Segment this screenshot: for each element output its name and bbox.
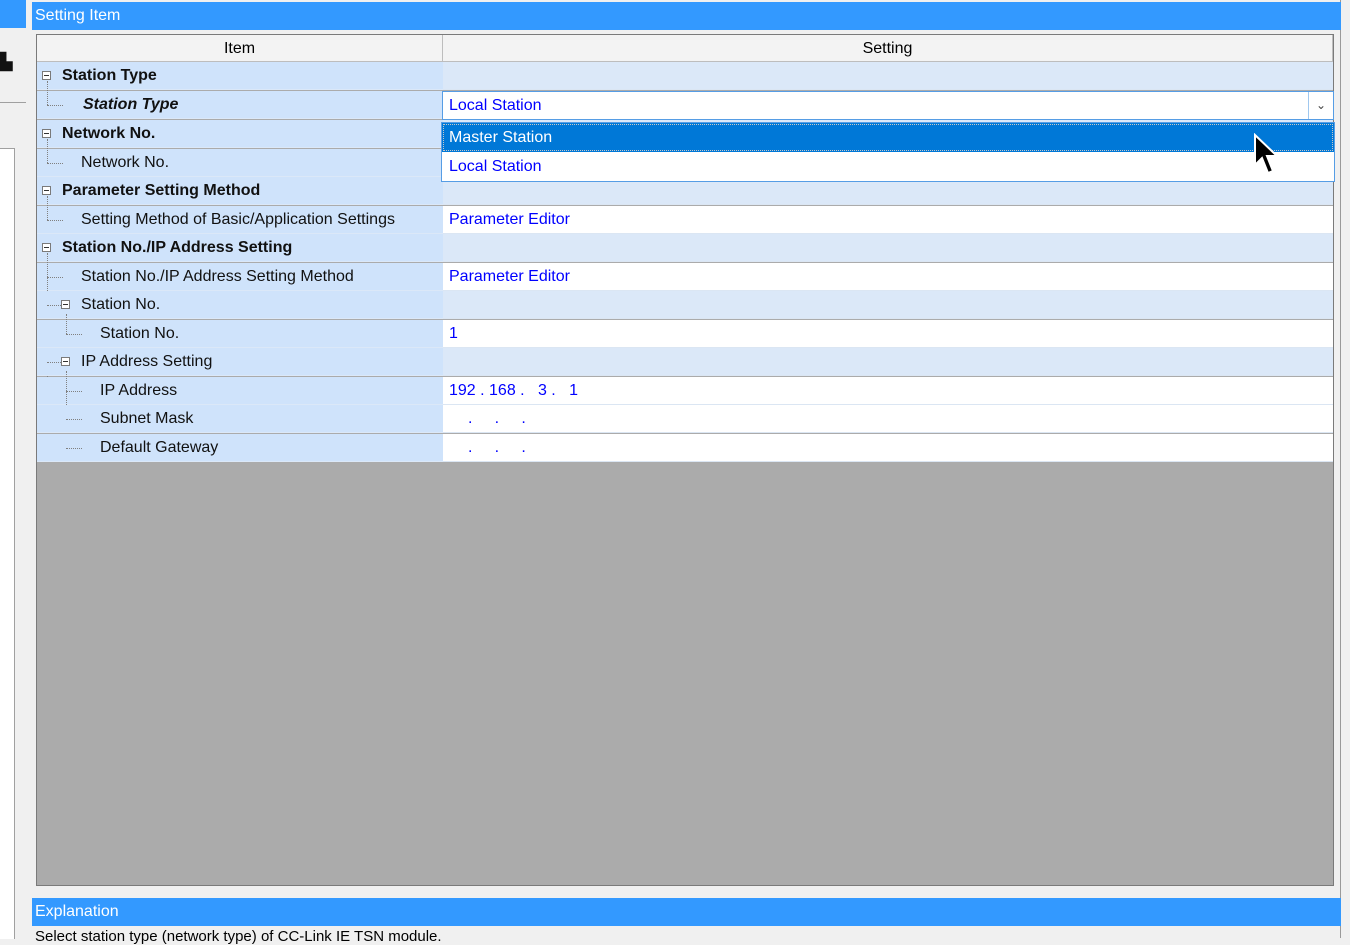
item-cell: Station No. xyxy=(37,291,443,319)
row-station-no-group[interactable]: Station No. xyxy=(37,291,1333,319)
tree-line xyxy=(66,419,82,420)
collapse-toggle-icon[interactable] xyxy=(61,300,70,309)
toolbar-tool-icon[interactable]: ▙ xyxy=(0,52,14,74)
station-type-dropdown-list: Master Station Local Station xyxy=(441,122,1335,182)
column-header-item[interactable]: Item xyxy=(37,35,443,62)
option-master-station[interactable]: Master Station xyxy=(442,123,1334,152)
row-station-type-group[interactable]: Station Type xyxy=(37,62,1333,90)
row-label: Subnet Mask xyxy=(100,410,194,427)
station-type-combobox[interactable]: Local Station ⌄ xyxy=(442,91,1334,120)
tree-line xyxy=(47,139,48,163)
item-cell: Station Type xyxy=(37,62,443,90)
row-label: Station No. xyxy=(100,325,180,342)
row-default-gateway[interactable]: Default Gateway . . . xyxy=(37,434,1333,462)
item-cell: Setting Method of Basic/Application Sett… xyxy=(37,196,443,234)
row-label: IP Address Setting xyxy=(81,353,213,370)
tree-line xyxy=(47,362,61,363)
tree-line xyxy=(47,305,61,306)
tree-line xyxy=(66,314,67,334)
mouse-pointer-icon xyxy=(1254,133,1280,175)
left-pane-divider xyxy=(0,102,26,103)
setting-cell[interactable]: Parameter Editor xyxy=(443,263,1333,291)
row-label: IP Address xyxy=(100,382,178,399)
setting-cell[interactable]: 1 xyxy=(443,320,1333,348)
item-cell: Station No./IP Address Setting Method xyxy=(37,253,443,453)
row-label: Station Type xyxy=(62,67,157,84)
left-pane-header xyxy=(0,0,26,28)
explanation-text: Select station type (network type) of CC… xyxy=(35,928,442,945)
tree-line xyxy=(47,277,63,278)
row-label: Station No./IP Address Setting Method xyxy=(81,268,354,285)
row-setting-method[interactable]: Setting Method of Basic/Application Sett… xyxy=(37,196,1333,234)
tree-line xyxy=(47,163,63,164)
collapse-toggle-icon[interactable] xyxy=(61,357,70,366)
collapse-toggle-icon[interactable] xyxy=(42,129,51,138)
row-ip-address[interactable]: IP Address 192 . 168 . 3 . 1 xyxy=(37,371,1333,449)
row-label: Network No. xyxy=(62,125,156,142)
subnet-mask-field[interactable]: . . . xyxy=(443,405,1333,433)
row-station-no[interactable]: Station No. 1 xyxy=(37,314,1333,348)
item-cell: IP Address Setting xyxy=(37,348,443,376)
item-cell: Parameter Setting Method xyxy=(37,177,443,205)
tree-line xyxy=(66,448,82,449)
tree-line xyxy=(47,220,63,221)
option-local-station[interactable]: Local Station xyxy=(442,152,1334,181)
row-label: Default Gateway xyxy=(100,439,219,456)
collapse-toggle-icon[interactable] xyxy=(42,243,51,252)
row-label: Station Type xyxy=(83,96,179,113)
setting-cell xyxy=(443,234,1333,262)
row-station-ip-method[interactable]: Station No./IP Address Setting Method Pa… xyxy=(37,253,1333,453)
tree-line xyxy=(47,105,63,106)
combobox-value: Local Station xyxy=(449,97,542,114)
left-pane-list xyxy=(0,148,15,939)
item-cell: Station No. xyxy=(37,314,443,348)
item-cell: Default Gateway xyxy=(37,434,443,462)
explanation-header: Explanation xyxy=(32,898,1341,926)
window-right-edge xyxy=(1340,0,1350,938)
row-label: Network No. xyxy=(81,154,170,171)
setting-cell[interactable]: Parameter Editor xyxy=(443,206,1333,234)
item-cell: Network No. xyxy=(37,139,443,177)
item-cell: Station Type xyxy=(37,81,443,119)
row-label: Parameter Setting Method xyxy=(62,182,261,199)
item-cell: Network No. xyxy=(37,120,443,148)
default-gateway-field[interactable]: . . . xyxy=(443,434,1333,462)
tree-line xyxy=(47,196,48,220)
row-label: Setting Method of Basic/Application Sett… xyxy=(81,211,395,228)
tree-line xyxy=(66,334,82,335)
collapse-toggle-icon[interactable] xyxy=(42,71,51,80)
setting-cell xyxy=(443,348,1333,376)
item-cell: Station No./IP Address Setting xyxy=(37,234,443,262)
collapse-toggle-icon[interactable] xyxy=(42,186,51,195)
row-ip-address-setting-group[interactable]: IP Address Setting xyxy=(37,348,1333,376)
column-header-setting[interactable]: Setting xyxy=(443,35,1333,62)
item-cell: Subnet Mask xyxy=(37,405,443,433)
setting-item-header: Setting Item xyxy=(32,2,1341,30)
setting-cell xyxy=(443,291,1333,319)
row-subnet-mask[interactable]: Subnet Mask . . . xyxy=(37,405,1333,433)
setting-cell xyxy=(443,62,1333,90)
row-station-ip-group[interactable]: Station No./IP Address Setting xyxy=(37,234,1333,262)
tree-line xyxy=(47,81,48,105)
ip-address-field[interactable]: 192 . 168 . 3 . 1 xyxy=(443,377,1333,405)
row-label: Station No./IP Address Setting xyxy=(62,239,293,256)
chevron-down-icon[interactable]: ⌄ xyxy=(1308,92,1333,119)
item-cell: IP Address xyxy=(37,371,443,449)
row-label: Station No. xyxy=(81,296,161,313)
tree-line xyxy=(66,391,82,392)
